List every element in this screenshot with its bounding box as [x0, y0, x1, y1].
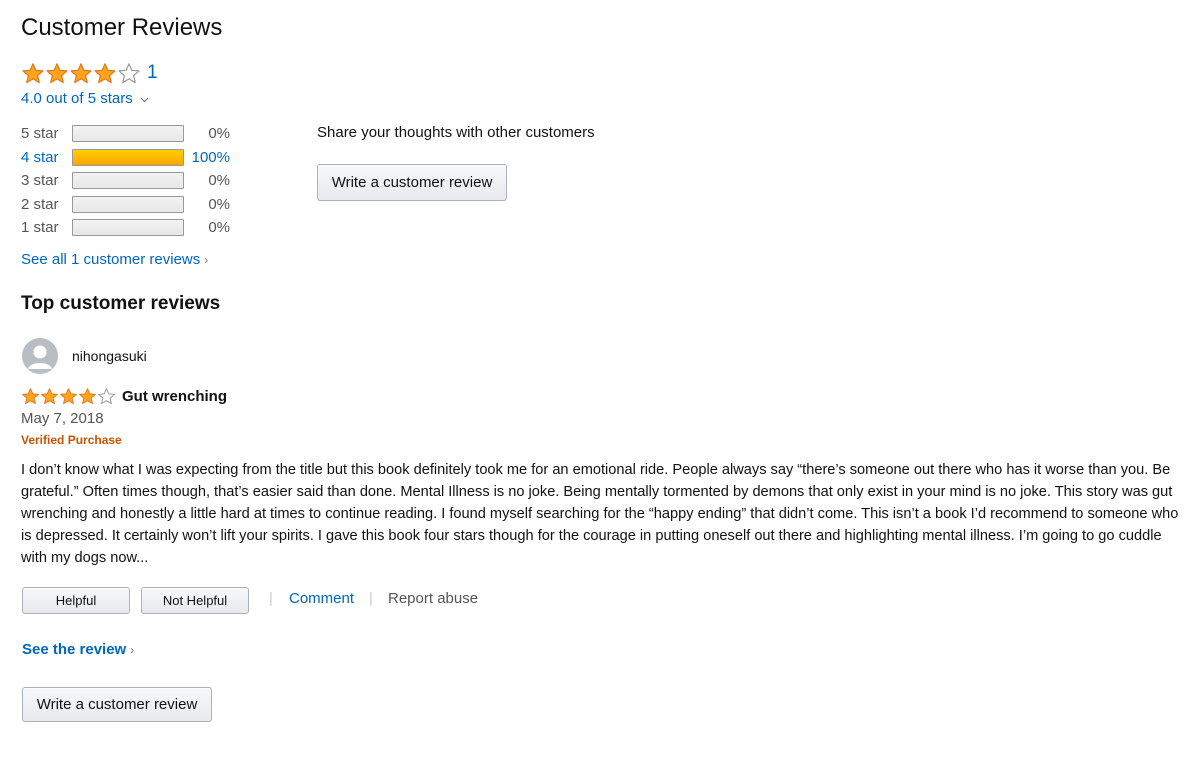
see-review-label[interactable]: See the review: [22, 641, 126, 658]
helpful-button[interactable]: Helpful: [22, 587, 130, 614]
verified-purchase-badge[interactable]: Verified Purchase: [21, 433, 122, 447]
histogram-star-label: 1 star: [21, 219, 59, 237]
histogram-bar: [72, 195, 184, 213]
histogram-star-label: 3 star: [21, 172, 59, 190]
star-icon[interactable]: [45, 62, 69, 84]
histogram-bar: [72, 219, 184, 237]
overall-stars[interactable]: [21, 62, 141, 84]
histogram-percent: 0%: [208, 195, 230, 213]
see-all-reviews-link[interactable]: See all 1 customer reviews ›: [21, 251, 208, 268]
review-date: May 7, 2018: [21, 410, 104, 427]
star-icon[interactable]: [21, 62, 45, 84]
page-title: Customer Reviews: [21, 14, 223, 41]
histogram-row: 5 star 0%: [21, 122, 230, 146]
separator: |: [369, 590, 373, 607]
chevron-right-icon[interactable]: ›: [130, 643, 134, 657]
write-review-button[interactable]: Write a customer review: [317, 164, 507, 201]
top-reviews-heading: Top customer reviews: [21, 293, 221, 314]
histogram-row: 2 star 0%: [21, 193, 230, 217]
histogram-row[interactable]: 4 star 100%: [21, 146, 230, 170]
histogram-bar: [72, 172, 184, 190]
out-of-label[interactable]: 4.0 out of 5 stars: [21, 90, 133, 107]
histogram-percent: 0%: [208, 172, 230, 190]
chevron-down-icon[interactable]: [137, 94, 149, 106]
histogram-bar[interactable]: [72, 148, 184, 166]
rating-count-link[interactable]: 1: [147, 62, 158, 84]
histogram-star-label: 2 star: [21, 195, 59, 213]
star-empty-icon[interactable]: [117, 62, 141, 84]
star-empty-icon[interactable]: [97, 387, 116, 405]
write-review-button-bottom[interactable]: Write a customer review: [22, 687, 212, 722]
share-thoughts-text: Share your thoughts with other customers: [317, 124, 595, 141]
star-icon[interactable]: [40, 387, 59, 405]
separator: |: [269, 590, 273, 607]
star-icon[interactable]: [78, 387, 97, 405]
review-rating[interactable]: Gut wrenching: [21, 387, 227, 405]
histogram-bar: [72, 125, 184, 143]
histogram-bar-fill[interactable]: [73, 149, 183, 165]
reviewer-name[interactable]: nihongasuki: [72, 348, 147, 364]
see-all-label[interactable]: See all 1 customer reviews: [21, 251, 200, 268]
star-icon[interactable]: [69, 62, 93, 84]
review-body: I don’t know what I was expecting from t…: [21, 462, 1179, 566]
histogram-row: 1 star 0%: [21, 216, 230, 240]
not-helpful-button[interactable]: Not Helpful: [141, 587, 249, 614]
star-icon[interactable]: [93, 62, 117, 84]
review-title[interactable]: Gut wrenching: [122, 388, 227, 405]
histogram-percent[interactable]: 100%: [184, 149, 230, 166]
histogram-star-label[interactable]: 4 star: [21, 149, 72, 166]
chevron-right-icon[interactable]: ›: [204, 253, 208, 267]
histogram-row: 3 star 0%: [21, 169, 230, 193]
histogram-percent: 0%: [208, 125, 230, 143]
see-the-review-link[interactable]: See the review ›: [22, 641, 134, 658]
histogram-percent: 0%: [208, 219, 230, 237]
rating-histogram: 5 star 0% 4 star 100% 3 star 0% 2 star 0…: [21, 122, 230, 240]
overall-rating[interactable]: 1: [21, 62, 158, 84]
comment-link[interactable]: Comment: [289, 590, 354, 607]
avatar-icon[interactable]: [22, 338, 58, 374]
report-abuse-link[interactable]: Report abuse: [388, 590, 478, 607]
star-icon[interactable]: [21, 387, 40, 405]
star-icon[interactable]: [59, 387, 78, 405]
histogram-star-label: 5 star: [21, 125, 59, 143]
review-stars[interactable]: [21, 387, 116, 405]
out-of-stars-link[interactable]: 4.0 out of 5 stars: [21, 90, 149, 107]
